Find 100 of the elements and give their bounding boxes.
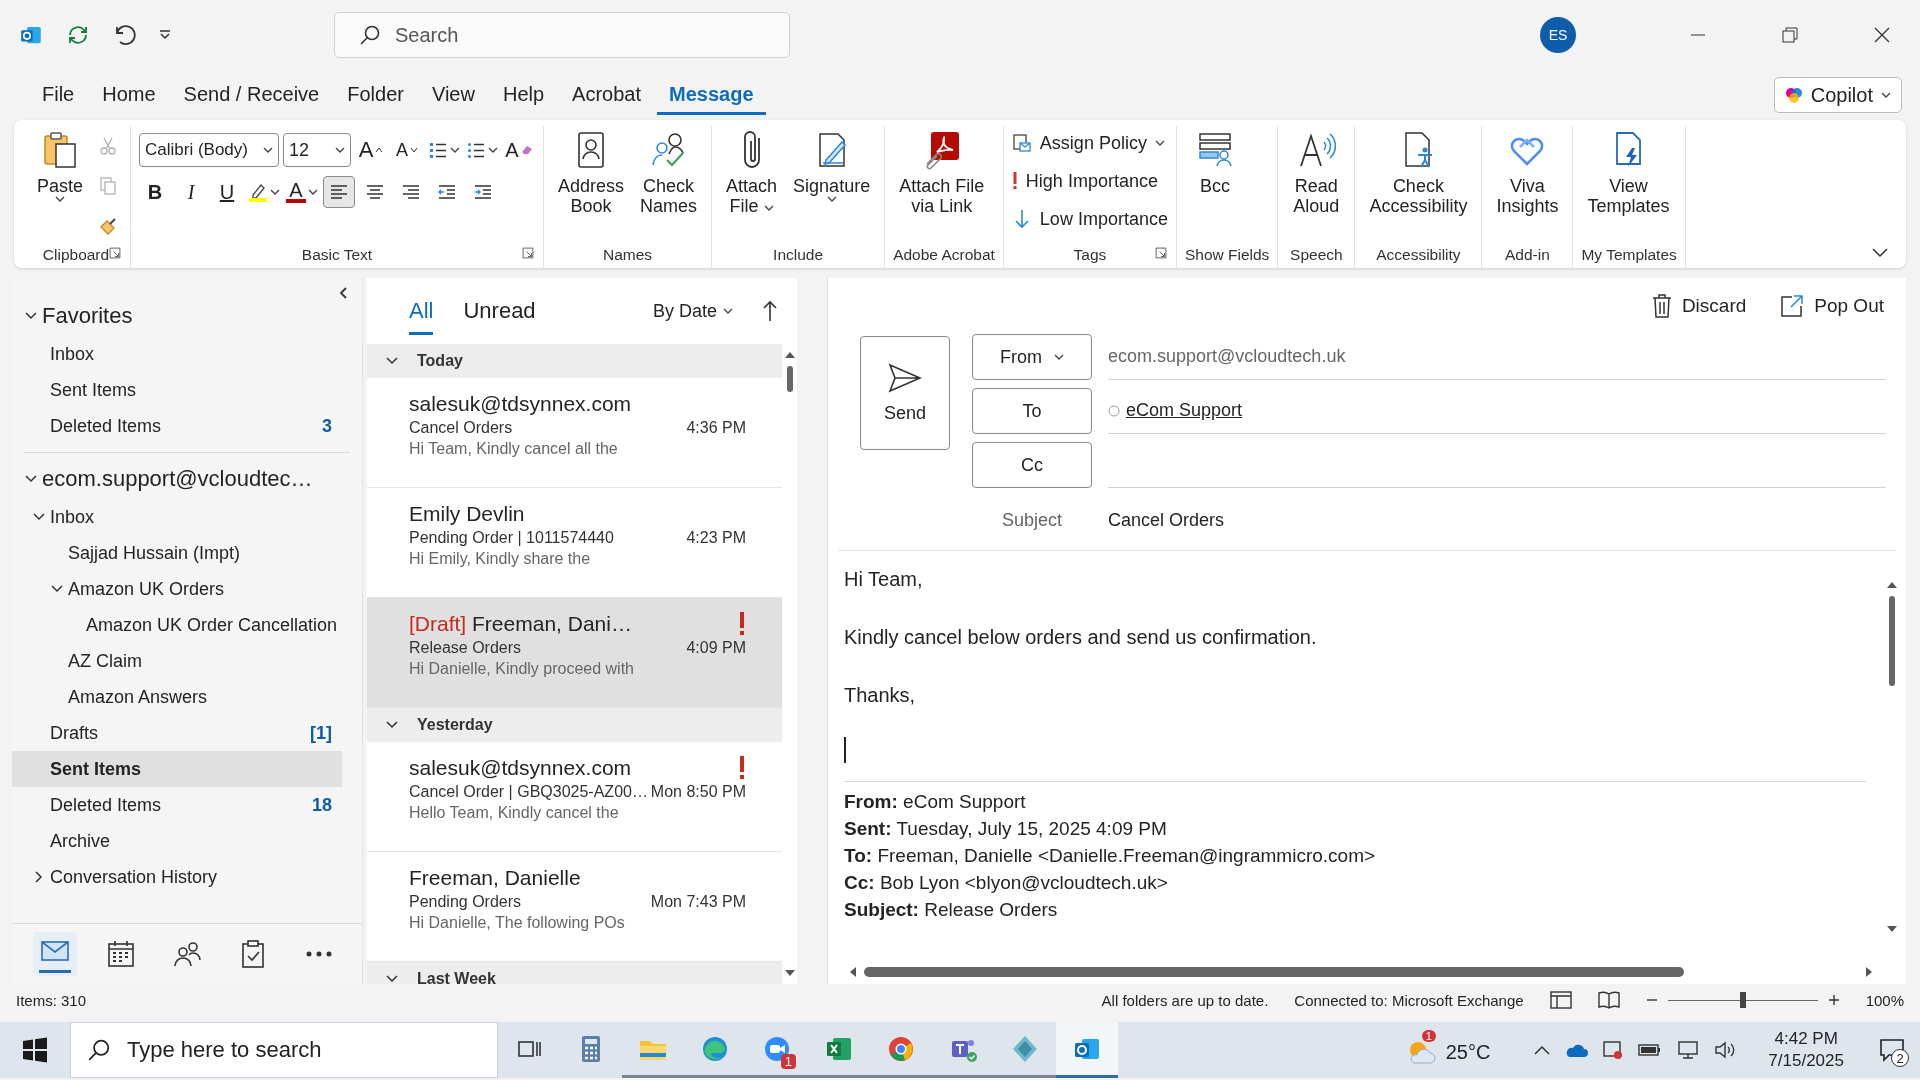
folder-item[interactable]: Amazon Answers (12, 679, 342, 715)
windows-start-icon[interactable] (22, 1037, 48, 1063)
zoom-level[interactable]: 100% (1865, 991, 1904, 1009)
folder-section-header[interactable]: ecom.support@vcloudtec… (12, 459, 362, 499)
pop-out-button[interactable]: Pop Out (1780, 294, 1884, 318)
folder-item[interactable]: Deleted Items 18 (12, 787, 342, 823)
folder-item[interactable]: Drafts [1] (12, 715, 342, 751)
slider-thumb[interactable] (1739, 992, 1746, 1008)
restore-icon (1782, 27, 1798, 43)
ribbon-button[interactable]: Attach File via Link (893, 126, 991, 220)
menu-tab[interactable]: File (30, 75, 87, 115)
network-icon[interactable] (1676, 1040, 1701, 1060)
message-item[interactable]: [Draft] Freeman, Dani… Release Orders 4:09 PM Hi Danielle, Kindly proceed with (367, 598, 782, 708)
cc-button[interactable]: Cc (972, 442, 1092, 488)
ribbon-button[interactable]: Paste (30, 126, 90, 207)
to-button[interactable]: To (972, 388, 1092, 434)
ribbon-button[interactable]: Viva Insights (1490, 126, 1565, 220)
format-button[interactable]: U (211, 176, 243, 208)
group-header[interactable]: Last Week (367, 962, 782, 984)
tag-button[interactable]: Assign Policy (1011, 128, 1168, 158)
menu-tab[interactable]: Message (657, 75, 766, 115)
paperclip-icon (742, 130, 761, 170)
search-field[interactable]: Search (334, 12, 790, 58)
sort-button[interactable]: By Date (652, 300, 733, 322)
group-header[interactable]: Yesterday (367, 708, 782, 742)
folder-item[interactable]: Sent Items (12, 751, 342, 787)
recipient-link[interactable]: eCom Support (1126, 400, 1243, 421)
zoom-in-icon[interactable] (1827, 994, 1840, 1006)
ribbon-button[interactable]: Check Names (634, 126, 704, 220)
expand-ribbon-icon[interactable] (1872, 248, 1888, 258)
folder-item[interactable]: Amazon UK Order Cancellation (12, 607, 342, 643)
ribbon-button[interactable]: View Templates (1581, 126, 1676, 220)
customize-caret-icon[interactable] (158, 28, 172, 42)
folder-item[interactable]: Sent Items (12, 372, 342, 408)
tag-button[interactable]: Low Importance (1011, 204, 1168, 234)
font-dropdown[interactable]: Calibri (Body) (139, 133, 279, 167)
folder-item[interactable]: Archive (12, 823, 342, 859)
menu-tab[interactable]: Home (90, 75, 168, 115)
folder-item[interactable]: Amazon UK Orders (12, 571, 342, 607)
message-item[interactable]: salesuk@tdsynnex.com Cancel Orders 4:36 PM Hi Team, Kindly cancel all the (367, 378, 782, 488)
menu-tab[interactable]: Folder (335, 75, 416, 115)
sort-direction-icon[interactable] (763, 300, 777, 322)
security-icon[interactable] (1602, 1039, 1625, 1061)
folder-item[interactable]: Sajjad Hussain (Impt) (12, 535, 342, 571)
message-item[interactable]: salesuk@tdsynnex.com Cancel Order | GBQ3025-AZ00… Mon 8:50 PM Hello Team, Kindly cancel the (367, 742, 782, 852)
format-button[interactable]: A (503, 134, 535, 166)
taskbar-app[interactable]: 1 (746, 1022, 808, 1078)
search-input[interactable]: Search (395, 13, 765, 57)
discard-button[interactable]: Discard (1651, 294, 1747, 318)
collapse-pane-icon[interactable] (338, 286, 348, 300)
notification-badge: 1 (1421, 1030, 1436, 1042)
ribbon-button[interactable]: Attach File (720, 126, 784, 220)
ribbon-button[interactable]: Signature (787, 126, 877, 207)
user-avatar[interactable]: ES (1540, 17, 1576, 53)
from-button[interactable]: From (972, 334, 1092, 380)
search-icon (87, 1038, 111, 1062)
reading-view-icon[interactable] (1597, 991, 1620, 1009)
folder-item[interactable]: Inbox (12, 499, 342, 535)
group-header[interactable]: Today (367, 344, 782, 378)
tag-button[interactable]: High Importance (1011, 166, 1168, 196)
menu-tab[interactable]: View (419, 75, 487, 115)
format-button[interactable]: A (391, 134, 423, 166)
folder-item[interactable]: AZ Claim (12, 643, 342, 679)
to-field[interactable]: eCom Support (1108, 388, 1886, 434)
filter-tab[interactable]: All (409, 287, 434, 335)
notifications-button[interactable]: 2 (1874, 1032, 1910, 1068)
format-button[interactable]: B (139, 176, 171, 208)
cloud-icon[interactable] (1564, 1042, 1589, 1058)
menu-tab[interactable]: Help (490, 75, 557, 115)
size-dropdown[interactable]: 12 (283, 133, 351, 167)
show-hidden-icons-icon[interactable] (1534, 1045, 1551, 1055)
clock[interactable]: 4:42 PM 7/15/2025 (1768, 1028, 1844, 1072)
filter-tab[interactable]: Unread (463, 287, 536, 335)
format-button[interactable]: A (355, 134, 387, 166)
ribbon-button[interactable]: Check Accessibility (1363, 126, 1474, 220)
taskbar-app[interactable] (1056, 1022, 1118, 1078)
sync-icon[interactable] (66, 23, 90, 47)
taskbar-search-input[interactable]: Type here to search (127, 1023, 497, 1077)
quoted-header-line: Subject: Release Orders (844, 898, 1059, 922)
ribbon-button[interactable]: Read Aloud (1286, 126, 1347, 220)
send-button[interactable]: Send (860, 336, 950, 450)
ribbon-button[interactable]: Address Book (552, 126, 631, 220)
battery-icon[interactable] (1638, 1042, 1663, 1058)
folder-item[interactable]: Inbox (12, 336, 342, 372)
copy-icon (98, 176, 118, 196)
menu-tab[interactable]: Acrobat (560, 75, 653, 115)
normal-view-icon[interactable] (1549, 991, 1572, 1009)
format-button[interactable]: A (285, 176, 319, 208)
folder-item[interactable]: Deleted Items 3 (12, 408, 342, 444)
folder-section-header[interactable]: Favorites (12, 296, 362, 336)
from-field[interactable]: ecom.support@vcloudtech.uk (1108, 334, 1886, 380)
copilot-button[interactable]: Copilot (1773, 77, 1902, 113)
ribbon-button[interactable]: Bcc (1184, 126, 1245, 200)
zoom-slider[interactable] (1667, 992, 1818, 1008)
scissors-icon (98, 136, 118, 156)
format-button[interactable]: I (175, 176, 207, 208)
menu-tab[interactable]: Send / Receive (171, 75, 332, 115)
subject-field[interactable]: Cancel Orders (1108, 496, 1886, 544)
folder-item[interactable]: Conversation History (12, 859, 342, 895)
taskbar-search-field[interactable]: Type here to search (70, 1022, 498, 1078)
